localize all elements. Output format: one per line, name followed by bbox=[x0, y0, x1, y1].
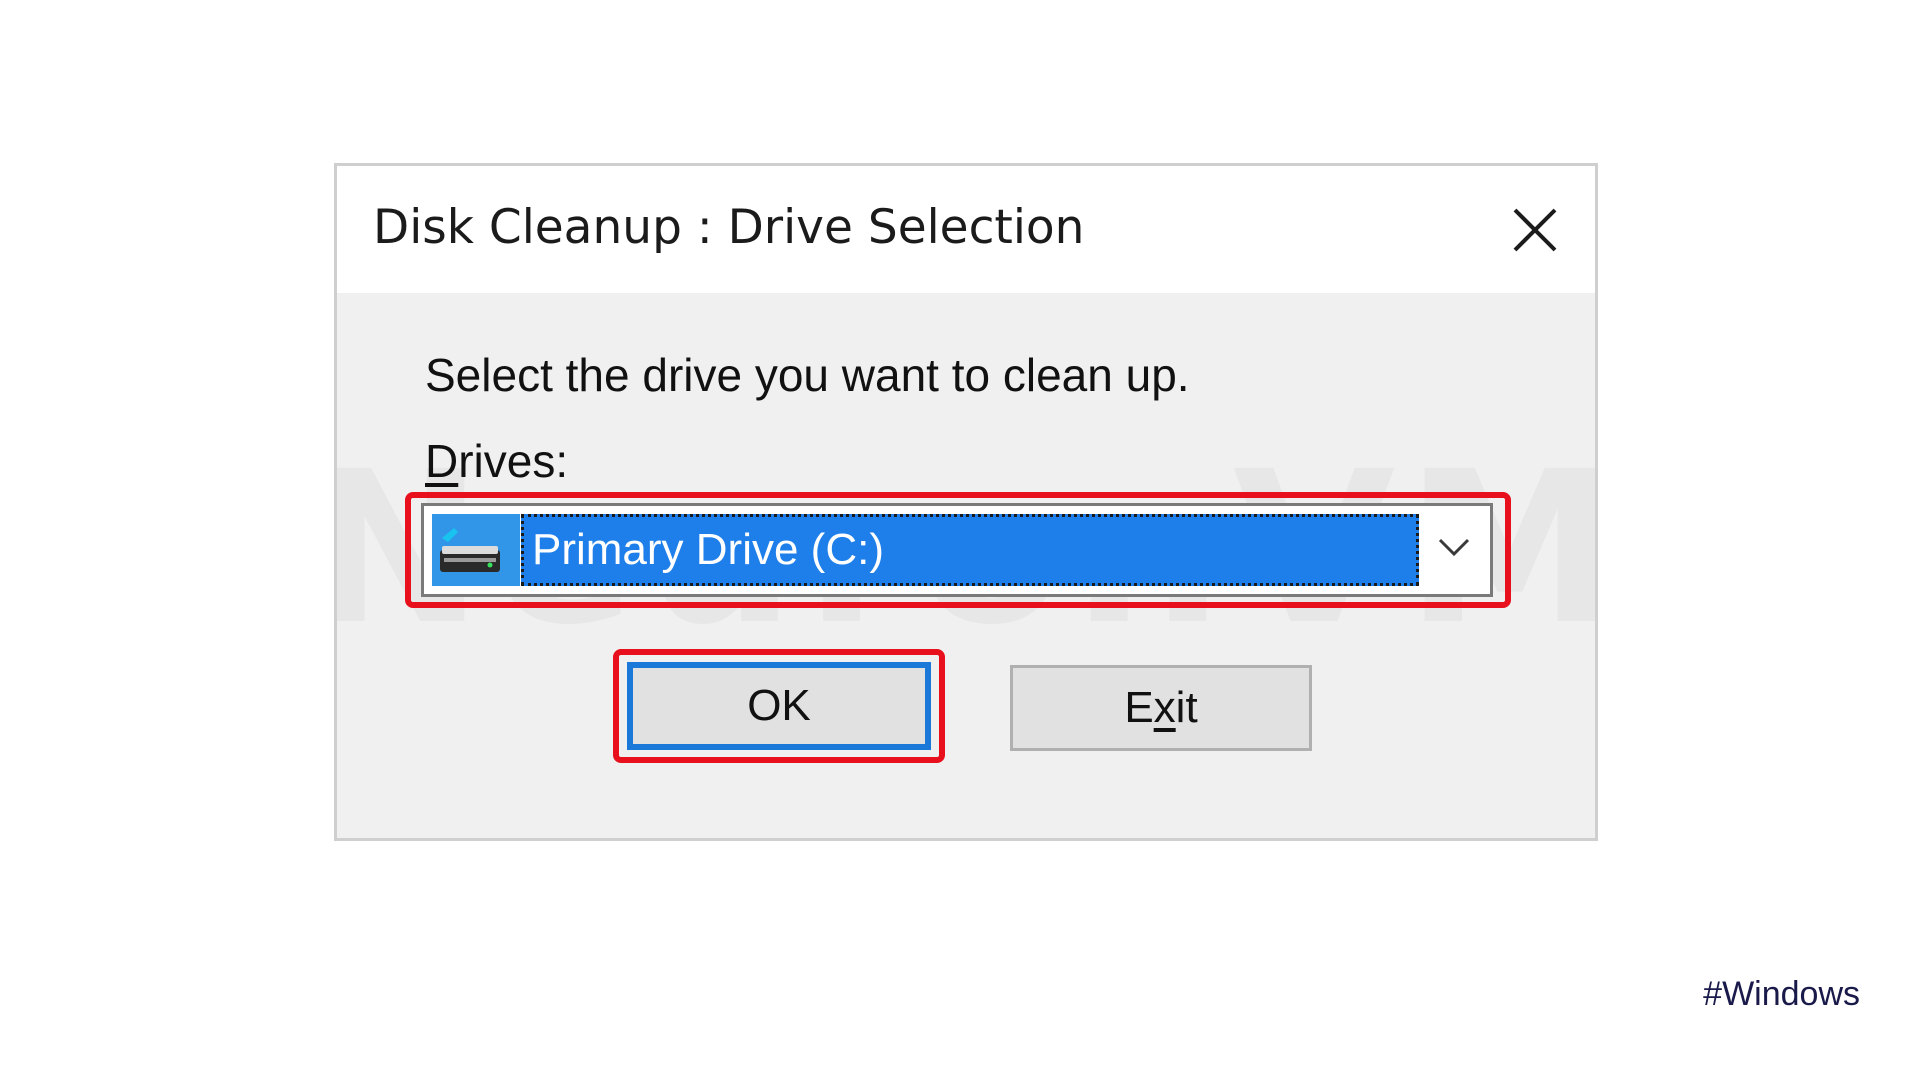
drives-label: Drives: bbox=[425, 434, 568, 488]
exit-button[interactable]: Exit bbox=[1010, 665, 1312, 751]
title-bar: Disk Cleanup : Drive Selection bbox=[337, 166, 1595, 293]
close-icon bbox=[1513, 208, 1557, 252]
exit-label-accelerator: x bbox=[1153, 683, 1176, 732]
close-button[interactable] bbox=[1505, 200, 1565, 260]
drive-icon-cell bbox=[432, 514, 520, 586]
selected-drive-label: Primary Drive (C:) bbox=[532, 525, 884, 574]
instruction-text: Select the drive you want to clean up. bbox=[425, 349, 1190, 401]
ok-button[interactable]: OK bbox=[627, 662, 931, 750]
dropdown-arrow-button[interactable] bbox=[1432, 526, 1476, 570]
exit-label-end: it bbox=[1175, 683, 1198, 732]
dialog-title: Disk Cleanup : Drive Selection bbox=[373, 200, 1085, 255]
disk-cleanup-dialog: NeuronVM Disk Cleanup : Drive Selection … bbox=[334, 163, 1598, 841]
selected-drive-item[interactable]: Primary Drive (C:) bbox=[521, 514, 1419, 586]
drives-label-rest: rives: bbox=[458, 435, 569, 487]
chevron-down-icon bbox=[1438, 538, 1470, 557]
drives-label-accelerator: D bbox=[425, 435, 459, 487]
screen: NeuronVM Disk Cleanup : Drive Selection … bbox=[0, 0, 1920, 1080]
exit-label-start: E bbox=[1124, 683, 1154, 732]
hard-drive-icon bbox=[440, 528, 500, 572]
hashtag-caption: #Windows bbox=[1703, 975, 1860, 1013]
drive-select-dropdown[interactable]: Primary Drive (C:) bbox=[421, 503, 1493, 597]
